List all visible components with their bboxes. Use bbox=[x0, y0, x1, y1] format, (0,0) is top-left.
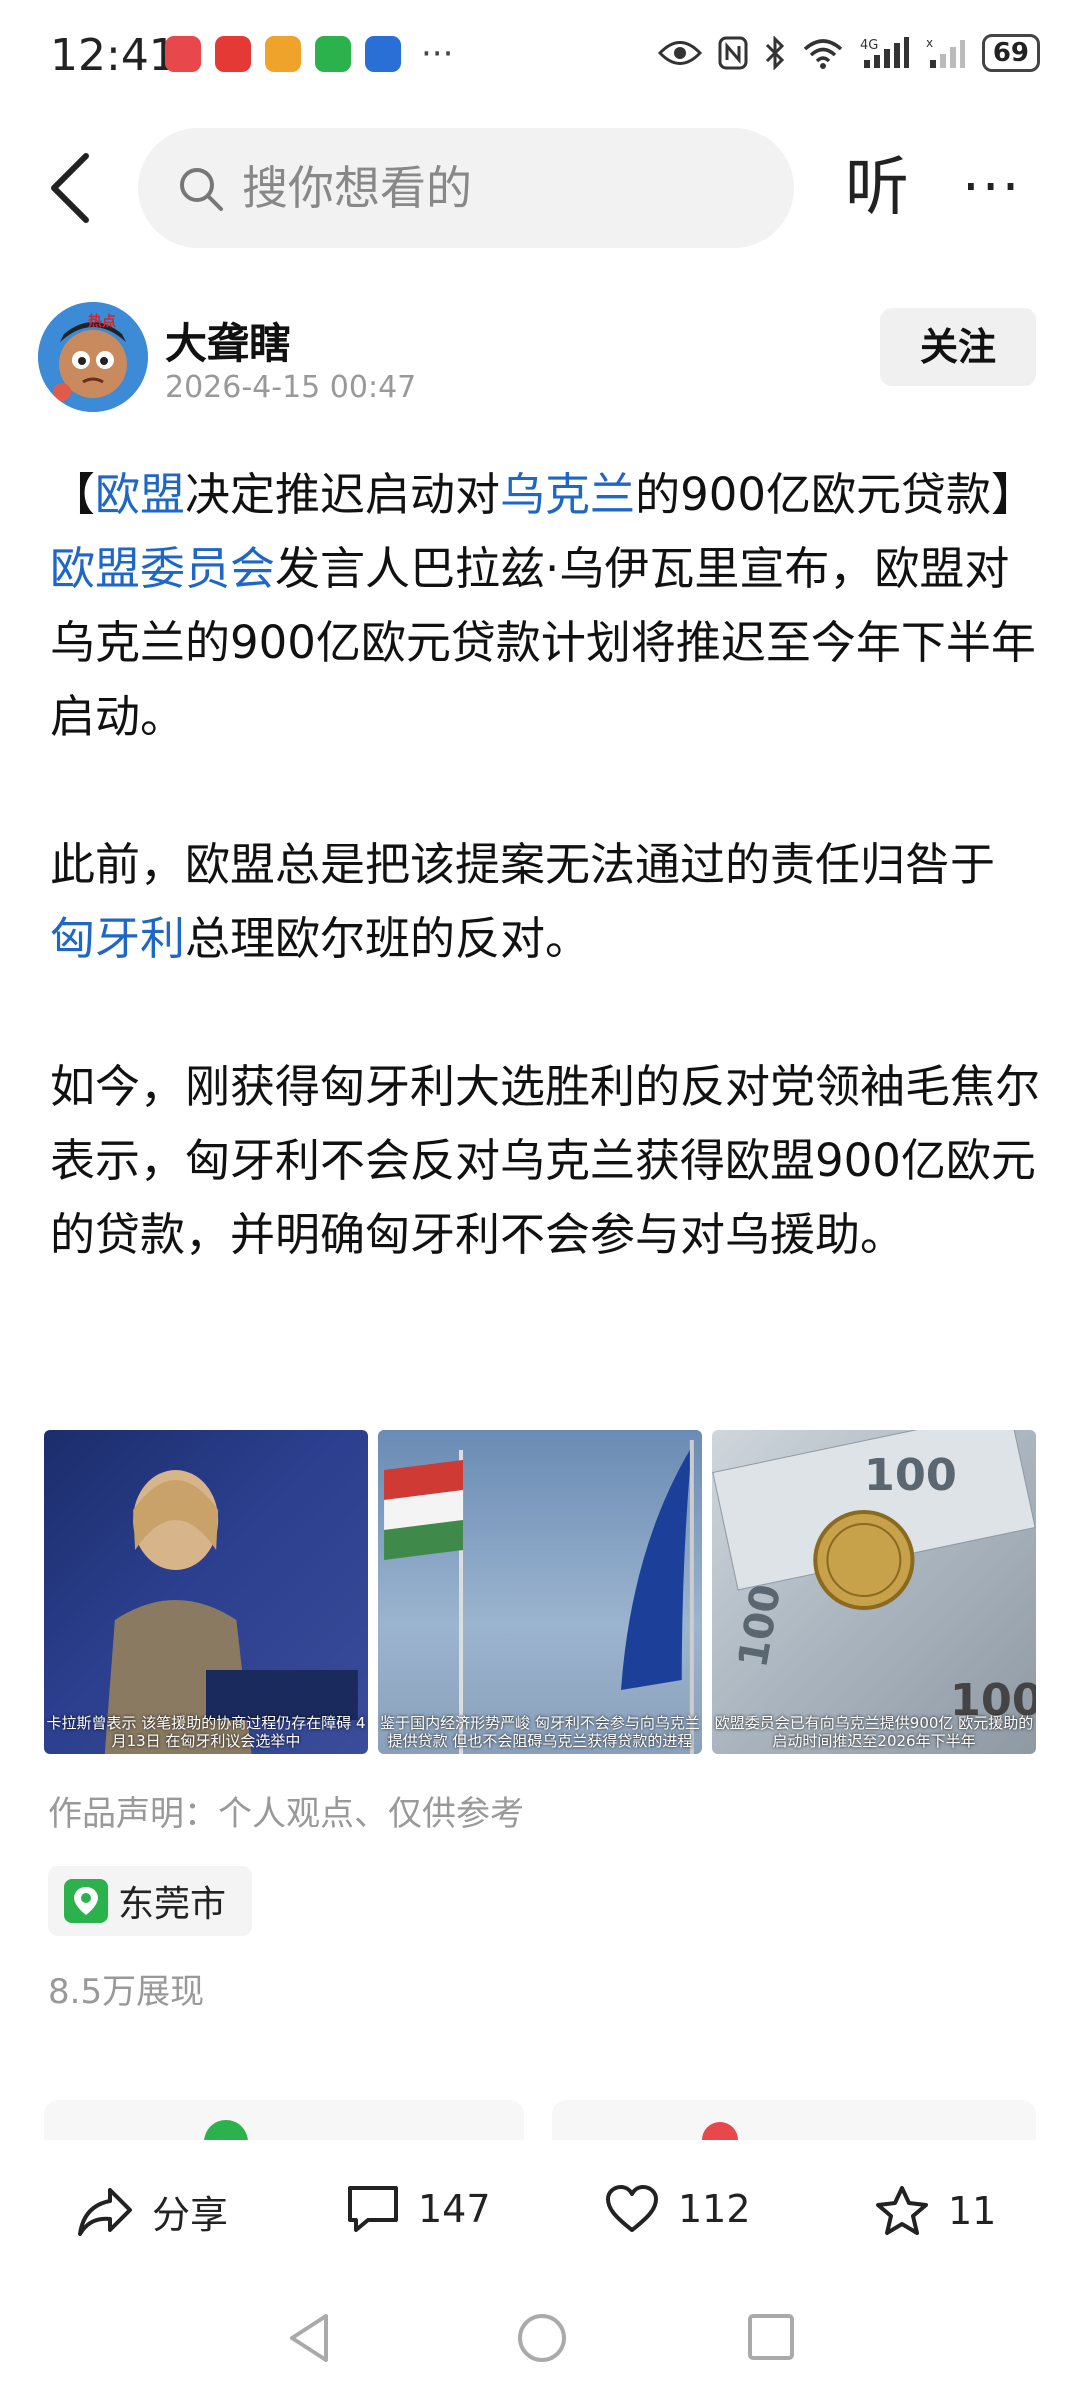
status-bar: 12:41 ··· 4G x 69 bbox=[0, 0, 1080, 110]
blue-app-icon bbox=[365, 36, 401, 72]
huawei-app-icon bbox=[165, 36, 201, 72]
svg-text:100: 100 bbox=[864, 1450, 957, 1501]
kallas-photo[interactable]: 卡拉斯曾表示 该笔援助的协商过程仍存在障碍 4月13日 在匈牙利议会选举中 bbox=[44, 1430, 368, 1754]
title-bracket: 【 bbox=[50, 468, 96, 521]
flags-photo[interactable]: 鉴于国内经济形势严峻 匈牙利不会参与向乌克兰提供贷款 但也不会阻碍乌克兰获得贷款… bbox=[378, 1430, 702, 1754]
nav-back-icon[interactable] bbox=[286, 2312, 334, 2364]
svg-text:100: 100 bbox=[730, 1581, 790, 1671]
more-menu-button[interactable]: ··· bbox=[962, 158, 1021, 218]
wechat-icon bbox=[315, 36, 351, 72]
wechat-share-icon bbox=[204, 2120, 248, 2142]
nfc-icon bbox=[718, 36, 748, 70]
article-title: 【欧盟决定推迟启动对乌克兰的900亿欧元贷款】 bbox=[50, 458, 1040, 532]
post-timestamp: 2026-4-15 00:47 bbox=[165, 370, 417, 405]
location-text: 东莞市 bbox=[118, 1884, 227, 1925]
notification-icons: ··· bbox=[165, 36, 453, 72]
star-icon bbox=[876, 2186, 928, 2235]
nav-home-icon[interactable] bbox=[516, 2312, 568, 2364]
like-count: 112 bbox=[678, 2187, 751, 2231]
avatar-badge-text: 热点 bbox=[88, 313, 116, 330]
red-app-icon bbox=[215, 36, 251, 72]
image-3-caption: 欧盟委员会已有向乌克兰提供900亿 欧元援助的启动时间推迟至2026年下半年 bbox=[714, 1714, 1034, 1750]
view-count: 8.5万展现 bbox=[48, 1972, 205, 2012]
image-gallery: 卡拉斯曾表示 该笔援助的协商过程仍存在障碍 4月13日 在匈牙利议会选举中 鉴于… bbox=[44, 1430, 1036, 1754]
image-2-caption: 鉴于国内经济形势严峻 匈牙利不会参与向乌克兰提供贷款 但也不会阻碍乌克兰获得贷款… bbox=[380, 1714, 700, 1750]
favorite-count: 11 bbox=[948, 2189, 997, 2233]
like-action[interactable]: 112 bbox=[604, 2184, 751, 2234]
nav-recents-icon[interactable] bbox=[746, 2312, 796, 2362]
listen-button[interactable]: 听 bbox=[845, 148, 909, 228]
flags-illustration bbox=[384, 1440, 694, 1754]
system-nav-bar bbox=[0, 2290, 1080, 2400]
title-text-end: 的900亿欧元贷款】 bbox=[635, 468, 1036, 521]
person-illustration bbox=[104, 1470, 358, 1754]
paragraph-2-text-a: 此前，欧盟总是把该提案无法通过的责任归咎于 bbox=[50, 838, 996, 891]
article-paragraph-2: 此前，欧盟总是把该提案无法通过的责任归咎于匈牙利总理欧尔班的反对。 bbox=[50, 828, 1040, 976]
article-body: 【欧盟决定推迟启动对乌克兰的900亿欧元贷款】 欧盟委员会发言人巴拉兹·乌伊瓦里… bbox=[50, 458, 1040, 1272]
location-pin-icon bbox=[64, 1879, 108, 1923]
link-hungary[interactable]: 匈牙利 bbox=[50, 912, 185, 965]
status-time: 12:41 bbox=[50, 30, 177, 81]
work-disclaimer: 作品声明：个人观点、仅供参考 bbox=[48, 1794, 524, 1834]
author-avatar[interactable]: 热点 bbox=[38, 302, 148, 412]
location-tag[interactable]: 东莞市 bbox=[48, 1866, 253, 1936]
link-eu-commission[interactable]: 欧盟委员会 bbox=[50, 542, 275, 595]
bottom-action-bar: 分享 147 112 11 bbox=[0, 2140, 1080, 2280]
euro-photo[interactable]: 100 100 100 欧盟委员会已有向乌克兰提供900亿 欧元援助的启动时间推… bbox=[712, 1430, 1036, 1754]
link-ukraine[interactable]: 乌克兰 bbox=[500, 468, 635, 521]
svg-text:x: x bbox=[926, 36, 933, 50]
eye-icon bbox=[657, 41, 702, 65]
follow-button[interactable]: 关注 bbox=[880, 308, 1036, 386]
bluetooth-icon bbox=[765, 36, 784, 70]
share-icon bbox=[78, 2187, 132, 2236]
title-text-mid: 决定推迟启动对 bbox=[185, 468, 501, 521]
back-button[interactable] bbox=[46, 152, 96, 224]
search-icon bbox=[180, 168, 223, 211]
moments-share-icon bbox=[702, 2122, 738, 2140]
article-paragraph-3: 如今，刚获得匈牙利大选胜利的反对党领袖毛焦尔表示，匈牙利不会反对乌克兰获得欧盟9… bbox=[50, 1060, 1041, 1261]
share-label: 分享 bbox=[152, 2193, 229, 2237]
share-action[interactable]: 分享 bbox=[76, 2184, 228, 2239]
wifi-icon bbox=[803, 39, 842, 69]
comment-count: 147 bbox=[418, 2187, 491, 2231]
paragraph-2-text-b: 总理欧尔班的反对。 bbox=[185, 912, 591, 965]
svg-text:4G: 4G bbox=[860, 38, 878, 53]
signal-4g-icon: 4G bbox=[860, 37, 909, 68]
comment-icon bbox=[348, 2186, 398, 2232]
link-eu[interactable]: 欧盟 bbox=[95, 468, 185, 521]
avatar-cartoon-icon: 热点 bbox=[38, 302, 148, 412]
author-name[interactable]: 大聋瞎 bbox=[165, 310, 291, 371]
heart-icon bbox=[606, 2185, 658, 2232]
more-notifications-icon: ··· bbox=[421, 34, 454, 74]
clown-app-icon bbox=[265, 36, 301, 72]
search-box[interactable]: 搜你想看的 bbox=[138, 128, 794, 248]
euro-illustration: 100 100 100 bbox=[712, 1430, 1036, 1726]
battery-icon: 69 bbox=[981, 34, 1040, 72]
signal-weak-icon: x bbox=[926, 36, 965, 68]
image-1-caption: 卡拉斯曾表示 该笔援助的协商过程仍存在障碍 4月13日 在匈牙利议会选举中 bbox=[46, 1714, 366, 1750]
article-paragraph-1: 欧盟委员会发言人巴拉兹·乌伊瓦里宣布，欧盟对乌克兰的900亿欧元贷款计划将推迟至… bbox=[50, 532, 1040, 754]
comment-action[interactable]: 147 bbox=[346, 2184, 491, 2234]
system-icons: 4G x 69 bbox=[657, 34, 1040, 72]
search-placeholder: 搜你想看的 bbox=[242, 161, 472, 215]
favorite-action[interactable]: 11 bbox=[874, 2184, 996, 2238]
